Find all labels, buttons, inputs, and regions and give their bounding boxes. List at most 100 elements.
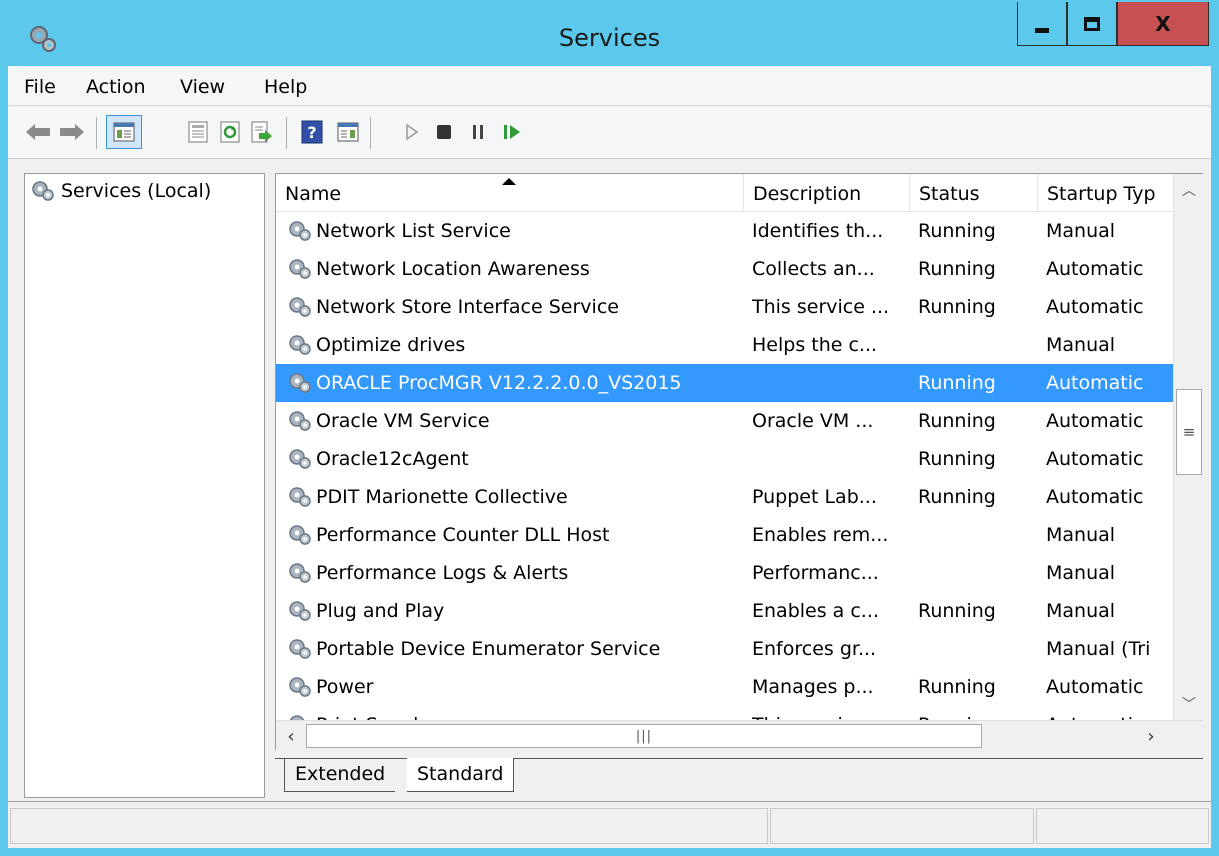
show-hide-console-tree-button[interactable] [106,115,142,149]
maximize-button[interactable] [1067,2,1117,46]
service-gear-icon [288,676,312,698]
menu-view[interactable]: View [180,76,225,98]
svg-text:?: ? [307,123,316,142]
scroll-up-button[interactable]: ︿ [1174,174,1204,206]
horizontal-scroll-thumb[interactable]: ||| [306,724,982,748]
grip-icon: ||| [635,728,653,744]
refresh-button[interactable] [214,117,246,147]
close-icon: X [1155,11,1171,36]
table-row[interactable]: Network Location Awareness Collects an...… [276,250,1173,288]
service-description: Identifies th... [752,220,884,242]
show-action-pane-button[interactable] [332,117,364,147]
table-row[interactable]: ORACLE ProcMGR V12.2.2.0.0_VS2015 Running… [276,364,1173,402]
table-row[interactable]: Optimize drives Helps the c... Manual [276,326,1173,364]
column-header-description[interactable]: Description [744,174,910,212]
service-name-cell: Performance Counter DLL Host [288,516,748,554]
start-service-button[interactable] [396,117,428,147]
service-startup-type: Manual [1046,220,1116,242]
minimize-button[interactable] [1017,2,1067,46]
table-row[interactable]: Oracle VM Service Oracle VM ... Running Aut… [276,402,1173,440]
table-row[interactable]: Plug and Play Enables a c... Running Manual [276,592,1173,630]
service-description: This service ... [752,296,890,318]
export-list-icon [251,121,272,143]
resume-service-icon [504,125,520,139]
tab-standard[interactable]: Standard [407,758,515,792]
service-description: This service ... [752,706,902,720]
service-status: Running [918,372,996,394]
properties-button[interactable] [182,117,214,147]
table-row[interactable]: Performance Counter DLL Host Enables rem.… [276,516,1173,554]
service-gear-icon [288,600,312,622]
service-name: Power [316,676,374,698]
service-description: Enables a c... [752,600,879,622]
pause-service-button[interactable] [462,117,494,147]
toolbar-separator [286,117,287,149]
service-startup-type: Automatic [1046,372,1144,394]
view-tabs: Extended Standard [275,758,1203,798]
vertical-scroll-thumb[interactable]: ≡ [1176,389,1202,475]
service-name: Network Store Interface Service [316,296,619,318]
back-button[interactable] [22,117,54,147]
table-row[interactable]: Portable Device Enumerator Service Enforc… [276,630,1173,668]
pause-service-icon [473,125,483,139]
horizontal-scrollbar[interactable]: ‹ ||| › [276,720,1203,750]
table-row[interactable]: Oracle12cAgent Running Automatic [276,440,1173,478]
table-row[interactable]: Performance Logs & Alerts Performanc... Ma… [276,554,1173,592]
service-status: Running [918,296,996,318]
start-service-icon [406,123,419,141]
menu-help[interactable]: Help [264,76,307,98]
column-header-startup-type[interactable]: Startup Typ [1038,174,1173,212]
menu-action[interactable]: Action [86,76,146,98]
service-startup-type: Manual [1046,334,1116,356]
service-gear-icon [288,334,312,356]
service-description: Performanc... [752,562,879,584]
tree-item-services-local[interactable]: Services (Local) [31,180,211,202]
service-status [918,554,1033,592]
vertical-scrollbar[interactable]: ︿ ≡ ﹀ [1173,174,1203,720]
resume-service-button[interactable] [496,117,528,147]
scroll-left-button[interactable]: ‹ [276,721,306,751]
service-name: Plug and Play [316,600,445,622]
table-row[interactable]: Print Spooler This service ... Running Auto… [276,706,1173,720]
table-row[interactable]: Network List Service Identifies th... Runn… [276,212,1173,250]
service-startup-type: Automatic [1046,296,1144,318]
forward-button[interactable] [56,117,88,147]
tab-extended[interactable]: Extended [284,758,396,792]
menu-file[interactable]: File [24,76,56,98]
help-button[interactable]: ? [296,117,328,147]
show-action-pane-icon [337,122,359,142]
table-row[interactable]: Network Store Interface Service This serv… [276,288,1173,326]
service-startup-type: Automatic [1046,258,1144,280]
properties-icon [188,121,208,143]
forward-icon [60,124,84,140]
maximize-icon [1084,16,1100,31]
toolbar: ? [8,107,1211,159]
services-local-icon [32,181,54,201]
service-name: ORACLE ProcMGR V12.2.2.0.0_VS2015 [316,372,682,394]
console-tree-pane: Services (Local) [24,173,265,798]
column-header-name[interactable]: Name [276,174,744,212]
stop-service-button[interactable] [428,117,460,147]
sort-ascending-icon [502,178,516,185]
service-status: Running [918,706,1033,720]
service-name: Optimize drives [316,334,466,356]
close-button[interactable]: X [1117,2,1209,46]
scroll-down-button[interactable]: ﹀ [1174,688,1204,720]
table-row[interactable]: Power Manages p... Running Automatic [276,668,1173,706]
table-row[interactable]: PDIT Marionette Collective Puppet Lab... R… [276,478,1173,516]
service-description: Enables rem... [752,524,889,546]
service-startup-type: Manual [1046,562,1116,584]
service-name-cell: Performance Logs & Alerts [288,554,748,592]
status-segment [10,808,768,844]
export-list-button[interactable] [246,117,278,147]
services-rows: Network List Service Identifies th... Runn… [276,212,1173,720]
service-gear-icon [288,638,312,660]
chevron-down-icon: ﹀ [1182,697,1196,713]
service-description: Oracle VM ... [752,410,874,432]
service-startup-type: Automatic [1046,676,1144,698]
service-startup-type: Manual (Tri [1046,638,1151,660]
column-header-status[interactable]: Status [910,174,1038,212]
service-status: Running [918,676,996,698]
title-bar[interactable]: Services X [0,0,1219,66]
scroll-right-button[interactable]: › [1136,721,1166,751]
